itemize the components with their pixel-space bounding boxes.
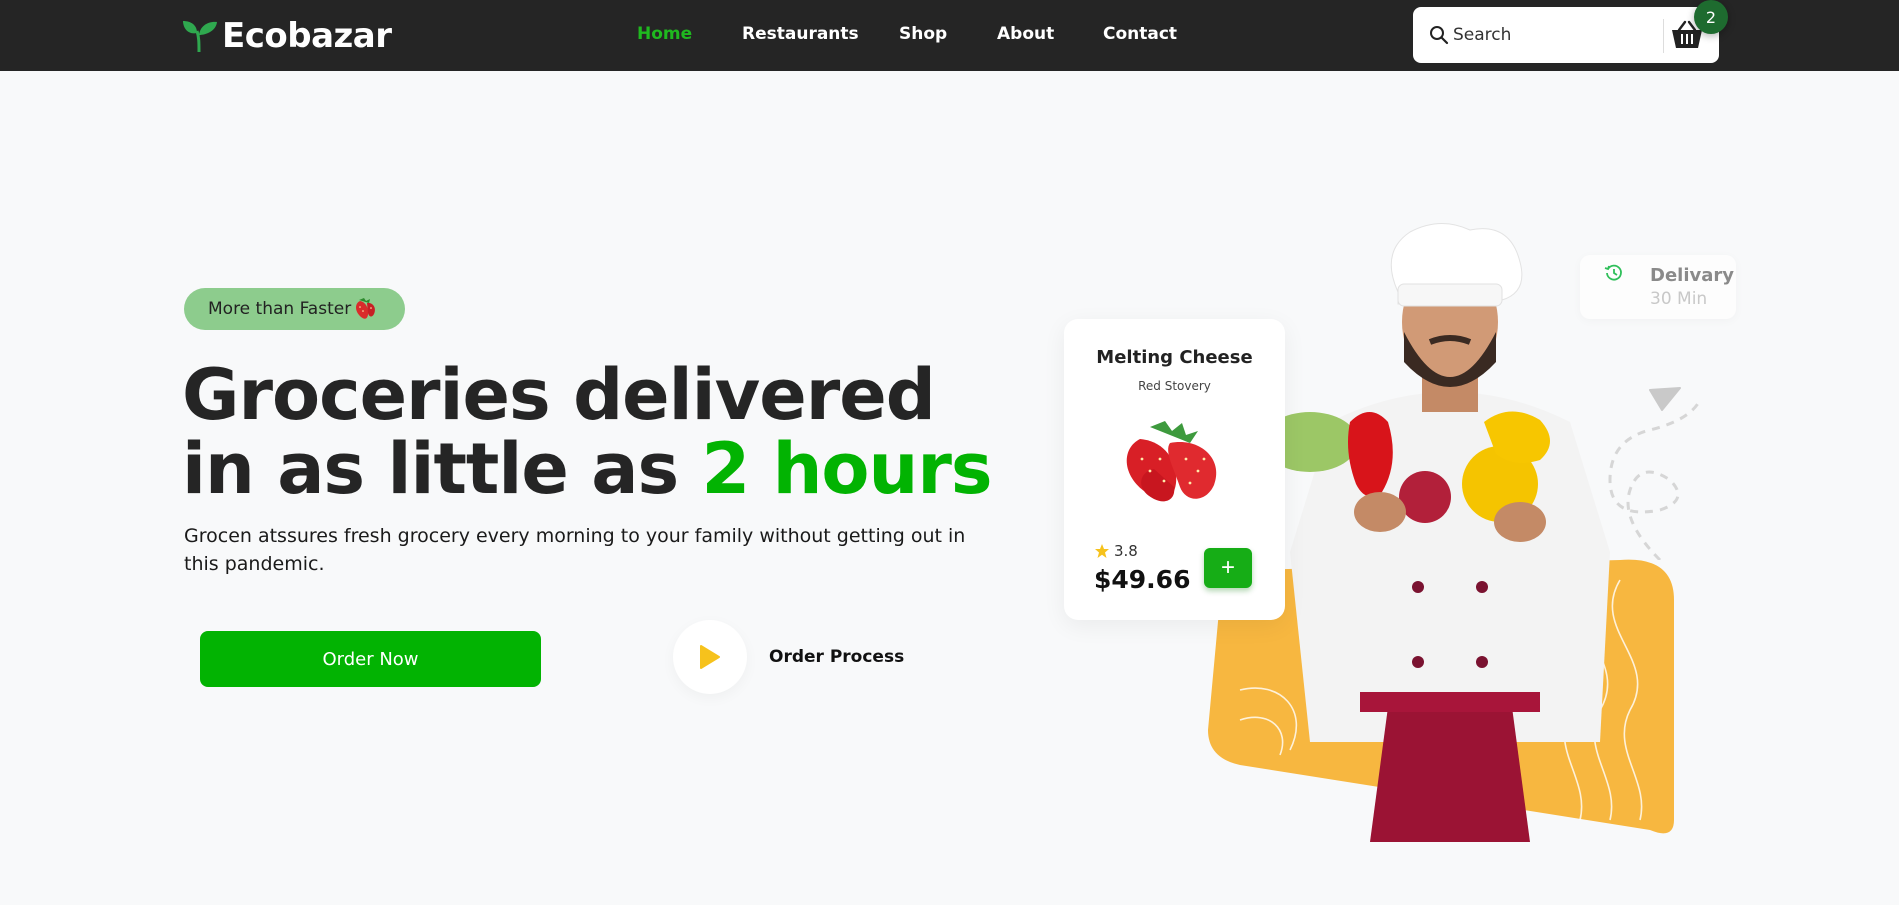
heading-line-1: Groceries delivered xyxy=(182,354,936,436)
search-icon xyxy=(1430,26,1449,45)
top-navbar: Ecobazar Home Restaurants Shop About Con… xyxy=(0,0,1899,71)
nav-contact[interactable]: Contact xyxy=(1103,24,1177,44)
delivery-title: Delivary xyxy=(1650,265,1734,286)
leaf-logo-icon xyxy=(183,21,217,53)
logo[interactable]: Ecobazar xyxy=(182,16,392,56)
play-icon xyxy=(700,645,720,669)
strawberry-icon xyxy=(356,298,375,319)
order-now-button[interactable]: Order Now xyxy=(200,631,541,687)
product-title: Melting Cheese xyxy=(1096,347,1253,368)
nav-about[interactable]: About xyxy=(997,24,1054,44)
pill-label: More than Faster xyxy=(208,299,352,319)
heading-highlight: 2 hours xyxy=(701,428,993,510)
hero-heading: Groceries delivered in as little as 2 ho… xyxy=(182,358,993,506)
nav-restaurants[interactable]: Restaurants xyxy=(742,24,859,44)
rating-value: 3.8 xyxy=(1114,542,1138,560)
hero-description: Grocen atssures fresh grocery every morn… xyxy=(184,525,966,575)
dashed-arrow-decoration xyxy=(1608,387,1702,560)
faster-pill: More than Faster xyxy=(184,288,405,330)
nav-shop[interactable]: Shop xyxy=(899,24,947,44)
heading-line-2-prefix: in as little as xyxy=(182,428,702,510)
order-process-link[interactable]: Order Process xyxy=(769,647,904,667)
search-box xyxy=(1413,7,1719,63)
star-icon xyxy=(1095,544,1109,558)
clock-icon xyxy=(1604,264,1622,281)
brand-name: Ecobazar xyxy=(222,16,392,56)
product-rating: 3.8 xyxy=(1094,542,1138,560)
chef-image xyxy=(1270,222,1610,842)
search-divider xyxy=(1663,19,1664,53)
search-input[interactable] xyxy=(1453,19,1653,51)
play-button[interactable] xyxy=(673,620,747,694)
product-card[interactable]: Melting Cheese Red Stovery 3.8 $49.66 + xyxy=(1064,319,1285,620)
delivery-time-badge: Delivary 30 Min xyxy=(1580,255,1736,319)
cart-count-badge: 2 xyxy=(1694,0,1728,34)
product-price: $49.66 xyxy=(1094,565,1191,594)
delivery-time: 30 Min xyxy=(1650,289,1708,309)
product-subtitle: Red Stovery xyxy=(1138,379,1211,393)
add-to-cart-button[interactable]: + xyxy=(1204,548,1252,588)
nav-home[interactable]: Home xyxy=(637,24,692,44)
strawberry-image xyxy=(1126,421,1217,502)
